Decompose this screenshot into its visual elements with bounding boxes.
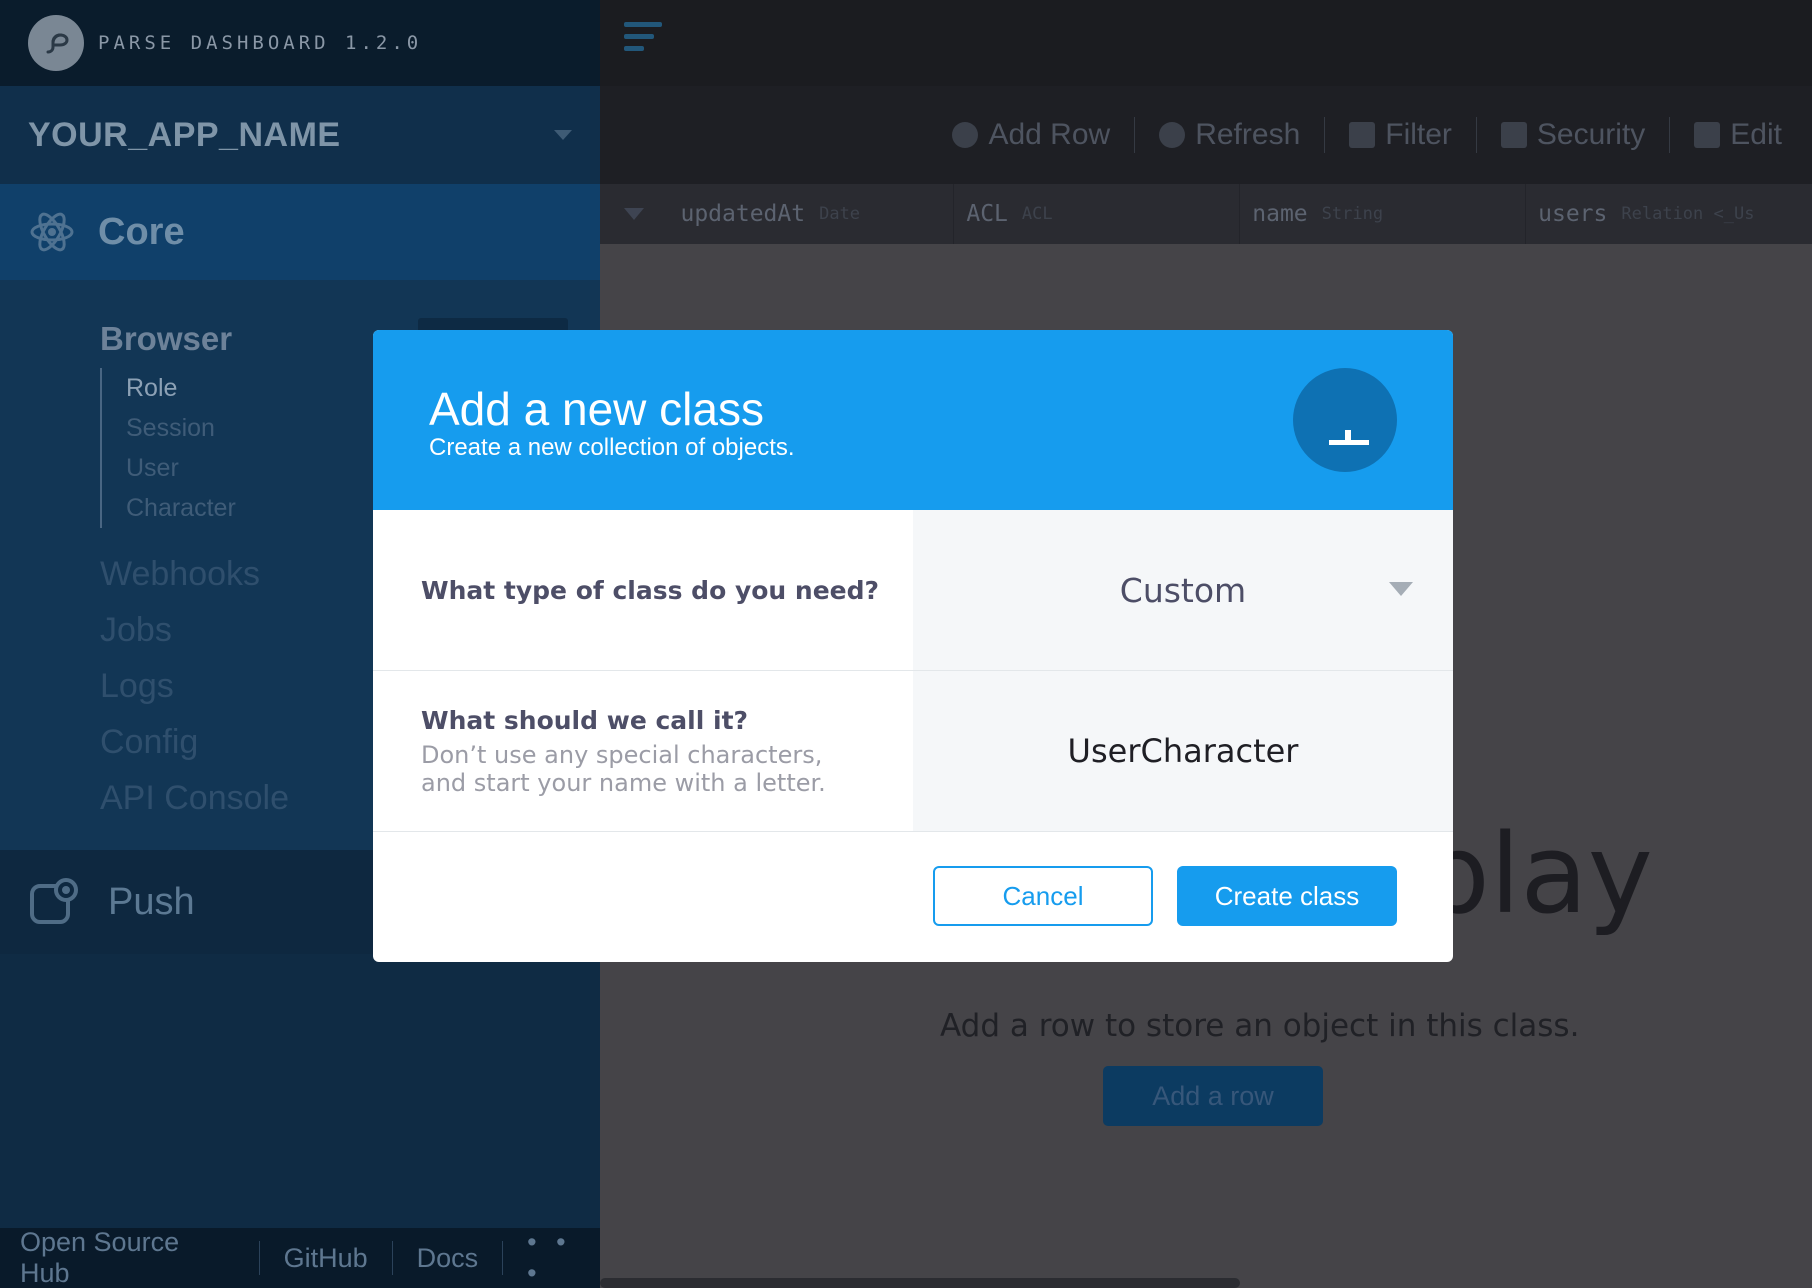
- modal-title: Add a new class: [429, 383, 764, 435]
- column-type: Relation <_Us: [1621, 204, 1755, 224]
- column-name: ACL: [966, 201, 1008, 227]
- class-name-label-cell: What should we call it? Don’t use any sp…: [373, 671, 913, 831]
- refresh-icon: [1159, 122, 1186, 148]
- sidebar-section-core[interactable]: Core: [0, 184, 600, 280]
- class-type-dropdown[interactable]: Custom: [913, 510, 1453, 670]
- class-type-row: What type of class do you need? Custom: [373, 510, 1453, 671]
- filter-button[interactable]: Filter: [1349, 118, 1452, 152]
- menu-icon[interactable]: [624, 22, 662, 58]
- footer-divider: [391, 1241, 393, 1275]
- add-row-button[interactable]: Add Row: [952, 118, 1110, 152]
- class-name-field[interactable]: [913, 671, 1453, 831]
- column-name: users: [1538, 201, 1608, 227]
- column-header[interactable]: ACL ACL: [954, 184, 1241, 244]
- core-label: Core: [98, 210, 185, 253]
- add-class-modal: Add a new class Create a new collection …: [373, 330, 1453, 962]
- refresh-label: Refresh: [1195, 118, 1301, 151]
- add-row-label: Add Row: [988, 118, 1111, 151]
- column-type: String: [1321, 204, 1384, 224]
- modal-subtitle: Create a new collection of objects.: [429, 434, 795, 461]
- class-name-question: What should we call it?: [421, 705, 749, 735]
- column-name: name: [1252, 201, 1308, 227]
- filter-label: Filter: [1385, 118, 1452, 151]
- select-all-toggle[interactable]: [600, 208, 668, 220]
- class-name-row: What should we call it? Don’t use any sp…: [373, 671, 1453, 832]
- push-label: Push: [108, 880, 195, 923]
- docs-link[interactable]: Docs: [417, 1243, 479, 1274]
- horizontal-scrollbar[interactable]: [600, 1278, 1240, 1288]
- caret-down-icon: [1389, 582, 1413, 596]
- chevron-down-icon: [624, 208, 645, 220]
- create-class-button[interactable]: Create class: [1177, 866, 1397, 926]
- filter-icon: [1349, 122, 1376, 148]
- empty-state-title: play: [1420, 810, 1653, 938]
- edit-button[interactable]: Edit: [1694, 118, 1782, 152]
- more-menu-icon[interactable]: • • •: [527, 1227, 600, 1288]
- toolbar-divider: [1324, 117, 1326, 153]
- parse-logo-icon[interactable]: [28, 15, 84, 71]
- class-name-help: Don’t use any special characters, and st…: [421, 741, 913, 797]
- class-name-input[interactable]: [913, 671, 1453, 831]
- class-type-question: What type of class do you need?: [421, 575, 880, 605]
- sidebar-header: PARSE DASHBOARD 1.2.0: [0, 0, 600, 86]
- security-button[interactable]: Security: [1500, 118, 1646, 152]
- add-a-row-button[interactable]: Add a row: [1103, 1066, 1323, 1126]
- class-type-label-cell: What type of class do you need?: [373, 510, 913, 670]
- plus-icon: [952, 122, 979, 148]
- help-line: and start your name with a letter.: [421, 768, 826, 797]
- github-link[interactable]: GitHub: [284, 1243, 368, 1274]
- lock-icon: [1500, 122, 1527, 148]
- modal-footer: Cancel Create class: [373, 832, 1453, 960]
- toolbar-divider: [1475, 117, 1477, 153]
- class-type-value: Custom: [1119, 570, 1247, 610]
- refresh-button[interactable]: Refresh: [1159, 118, 1300, 152]
- empty-state-description: Add a row to store an object in this cla…: [940, 1008, 1580, 1044]
- toolbar-divider: [1134, 117, 1136, 153]
- app-name: YOUR_APP_NAME: [28, 115, 341, 154]
- column-header-row: updatedAt Date ACL ACL name String users…: [600, 184, 1812, 244]
- modal-header: Add a new class Create a new collection …: [373, 330, 1453, 510]
- push-notification-icon: [30, 878, 78, 924]
- footer-divider: [502, 1241, 504, 1275]
- column-name: updatedAt: [680, 201, 806, 227]
- cancel-button[interactable]: Cancel: [933, 866, 1153, 926]
- atom-icon: [30, 212, 74, 252]
- dashboard-version: PARSE DASHBOARD 1.2.0: [98, 32, 423, 54]
- toolbar: Add Row Refresh Filter Security Edit: [600, 86, 1812, 184]
- help-line: Don’t use any special characters,: [421, 740, 823, 769]
- column-header[interactable]: users Relation <_Us: [1526, 184, 1812, 244]
- column-type: Date: [819, 204, 861, 224]
- app-selector[interactable]: YOUR_APP_NAME: [0, 86, 600, 184]
- database-icon: [1293, 368, 1397, 472]
- edit-icon: [1694, 122, 1721, 148]
- column-header[interactable]: name String: [1240, 184, 1527, 244]
- sidebar-footer: Open Source Hub GitHub Docs • • •: [0, 1227, 600, 1288]
- open-source-hub-link[interactable]: Open Source Hub: [20, 1227, 235, 1288]
- column-header[interactable]: updatedAt Date: [668, 184, 955, 244]
- top-bar: [600, 0, 1812, 86]
- security-label: Security: [1536, 118, 1646, 151]
- footer-divider: [258, 1241, 260, 1275]
- column-type: ACL: [1021, 204, 1053, 224]
- chevron-down-icon: [554, 130, 572, 140]
- toolbar-divider: [1669, 117, 1671, 153]
- edit-label: Edit: [1730, 118, 1782, 151]
